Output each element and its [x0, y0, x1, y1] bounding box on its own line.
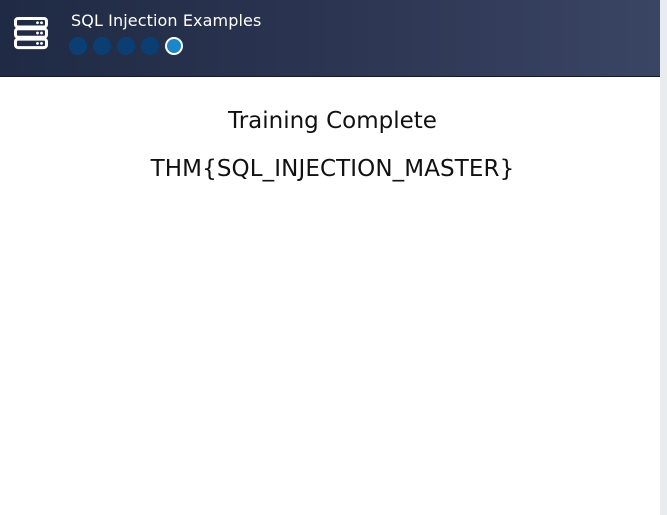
progress-step-3[interactable] — [117, 37, 135, 55]
progress-step-4[interactable] — [141, 37, 159, 55]
progress-step-2[interactable] — [93, 37, 111, 55]
completion-flag: THM{SQL_INJECTION_MASTER} — [150, 156, 515, 182]
progress-steps — [69, 37, 183, 55]
progress-step-5-current[interactable] — [165, 37, 183, 55]
app-header: SQL Injection Examples — [0, 0, 660, 77]
page-title: SQL Injection Examples — [71, 11, 262, 30]
training-complete-heading: Training Complete — [228, 108, 437, 134]
server-stack-icon — [13, 16, 49, 50]
progress-step-1[interactable] — [69, 37, 87, 55]
main-content: Training Complete THM{SQL_INJECTION_MAST… — [0, 77, 660, 515]
window-edge — [660, 0, 667, 515]
